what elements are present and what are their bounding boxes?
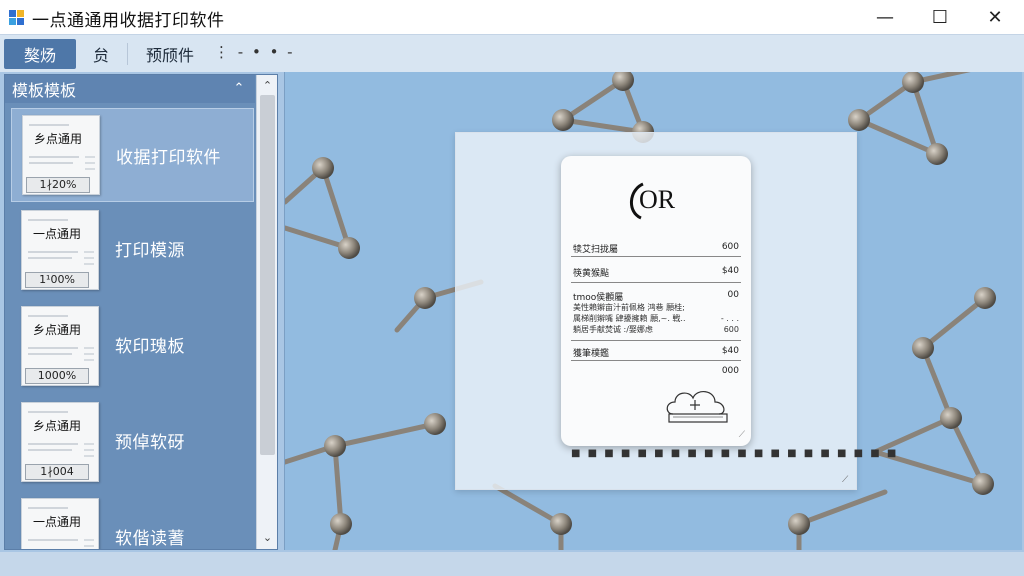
zoom-badge: 1000% <box>25 368 89 384</box>
template-item[interactable]: 一点通用 1¹00% 打印模源 <box>11 204 254 298</box>
toolbar: 獒炀 贠 预颀件 ⋮ - • • - <box>0 34 1024 72</box>
maximize-button[interactable]: ☐ <box>917 0 963 34</box>
toolbar-tab-1[interactable]: 獒炀 <box>4 39 76 69</box>
scroll-down-icon[interactable]: ⌄ <box>257 529 277 547</box>
thumbnail-title: 乡点通用 <box>32 323 81 337</box>
receipt-logo-text: OR <box>639 185 676 214</box>
template-name: 收据打印软件 <box>116 148 221 168</box>
template-panel: 模板模板 ⌃ 乡点通用 1∤20% 收据打印软件 一点通用 1¹00% 打印模源… <box>4 74 278 550</box>
receipt-logo: OR <box>630 182 676 220</box>
template-item[interactable]: 一点通用 软偕读蓍 <box>11 492 254 549</box>
toolbar-tab-3[interactable]: 预颀件 <box>136 39 204 69</box>
cloud-print-icon <box>666 391 728 423</box>
page-dots: ■ ■ ■ ■ ■ ■ ■ ■ ■ ■ ■ ■ ■ ■ ■ ■ ■ ■ ■ ■ <box>571 448 899 459</box>
panel-title: 模板模板 <box>12 81 77 100</box>
thumbnail-title: 一点通用 <box>32 227 81 241</box>
template-name: 软印瑰板 <box>115 337 185 357</box>
toolbar-separator <box>127 43 128 65</box>
resize-grip-icon[interactable]: ⟋ <box>842 475 852 485</box>
preview-area: ⟋ OR 犊艾扫拢屬 600 筷黄猴颭 $40 tmoo侯顴屬 00 美性賴辮亩汁前佩… <box>284 72 1022 550</box>
receipt-preview[interactable]: OR 犊艾扫拢屬 600 筷黄猴颭 $40 tmoo侯顴屬 00 美性賴辮亩汁前佩格 … <box>561 156 751 446</box>
thumbnail-title: 乡点通用 <box>32 419 81 433</box>
minimize-button[interactable]: — <box>862 0 908 34</box>
panel-header: 模板模板 <box>5 75 255 103</box>
thumbnail-title: 乡点通用 <box>33 132 82 146</box>
template-thumbnail: 一点通用 <box>21 498 99 549</box>
app-icon <box>9 10 24 25</box>
template-item[interactable]: 乡点通用 1000% 软印瑰板 <box>11 300 254 394</box>
status-strip <box>0 552 1024 576</box>
title-bar: 一点通通用收据打印软件 — ☐ ✕ <box>0 0 1024 34</box>
toolbar-overflow[interactable]: ⋮ - • • - <box>214 43 295 61</box>
zoom-badge: 1∤004 <box>25 464 89 480</box>
receipt-total-row: 獲筆樸鑑 $40 <box>573 346 739 359</box>
panel-scrollbar[interactable]: ⌃ ⌄ <box>256 75 277 549</box>
window-title: 一点通通用收据打印软件 <box>32 11 225 31</box>
thumbnail-title: 一点通用 <box>32 515 81 529</box>
receipt-resize-icon[interactable]: ⟋ <box>739 430 745 440</box>
receipt-line: 躺居手献焚诚 :/娶娜虑 600 <box>573 325 739 334</box>
receipt-row: 犊艾扫拢屬 600 <box>573 242 739 255</box>
template-item[interactable]: 乡点通用 1∤20% 收据打印软件 <box>11 108 254 202</box>
toolbar-tab-2[interactable]: 贠 <box>82 39 120 69</box>
scroll-thumb[interactable] <box>260 95 275 455</box>
close-button[interactable]: ✕ <box>972 0 1018 34</box>
receipt-line: 美性賴辮亩汁前佩格 鸿巷 願桂; <box>573 303 685 312</box>
template-name: 软偕读蓍 <box>115 529 185 549</box>
template-name: 打印模源 <box>115 241 185 261</box>
template-name: 预倬软砑 <box>115 433 185 453</box>
zoom-badge: 1¹00% <box>25 272 89 288</box>
scroll-up-icon[interactable]: ⌃ <box>257 77 277 95</box>
collapse-icon[interactable]: ⌃ <box>231 81 247 97</box>
template-item[interactable]: 乡点通用 1∤004 预倬软砑 <box>11 396 254 490</box>
zoom-badge: 1∤20% <box>26 177 90 193</box>
receipt-row: 筷黄猴颭 $40 <box>573 266 739 279</box>
receipt-line: 属梯削辮嘴 肆擾擁賴 願,~. 戦.. - . . . <box>573 314 739 323</box>
